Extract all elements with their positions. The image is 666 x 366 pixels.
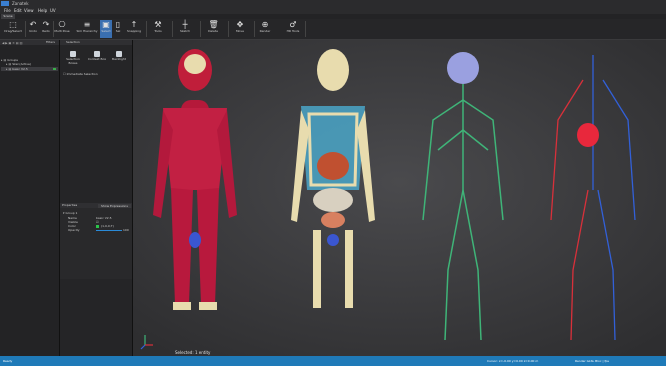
divider: [228, 21, 229, 37]
anatomy-render: [133, 40, 666, 356]
divider: [172, 21, 173, 37]
trash-icon: 🗑: [208, 20, 219, 29]
menu-bar: File Edit View Help UV: [0, 7, 666, 14]
sel-button[interactable]: ▯ Sel: [113, 20, 123, 38]
ribbon-toolbar: ⬚ Drag/Select ↶ Undo ↷ Redo ⎔ Multi Pose ≡ Si…: [0, 19, 666, 40]
select-button[interactable]: ▣ Select: [100, 20, 112, 38]
scene-tree-toolbar: ◀ ▶ ▣ ✕ ▤ ▥ Filters: [0, 40, 59, 45]
filters-label: Filters: [46, 40, 55, 44]
title-bar: Zanatek: [0, 0, 666, 7]
selection-info: Selected: 1 entity: [175, 350, 211, 355]
selection-header: Selection: [60, 40, 132, 45]
color-value: (1,0,0,T): [101, 224, 114, 228]
3d-viewport[interactable]: Selected: 1 entity: [133, 40, 666, 356]
render-icon: ⊕: [261, 20, 269, 29]
drag-select-icon: ⬚: [9, 20, 17, 29]
redo-button[interactable]: ↷ Redo: [40, 20, 52, 38]
menu-edit[interactable]: Edit: [14, 7, 22, 14]
redo-icon: ↷: [42, 20, 50, 29]
render-button[interactable]: ⊕ Render: [258, 20, 272, 38]
tree-item-basic[interactable]: ▸ ▤ basic V2.5: [1, 67, 58, 71]
backlight-button[interactable]: Backlight: [108, 51, 130, 61]
status-left: Ready: [3, 359, 13, 363]
tools-button[interactable]: ⚒ Tools: [151, 20, 165, 38]
snapping-icon: ↑: [130, 20, 138, 29]
show-expressions-button[interactable]: Show Expressions: [98, 203, 131, 208]
menu-uv[interactable]: UV: [50, 7, 56, 14]
hr-tools-icon: ♂: [289, 20, 297, 29]
app-title: Zanatek: [12, 1, 29, 6]
app-logo-icon: [1, 1, 9, 6]
sketch-button[interactable]: ┼ Sketch: [178, 20, 192, 38]
tree-item-skel[interactable]: ▸ ▤ Skel (Active): [1, 62, 58, 66]
drag-select-button[interactable]: ⬚ Drag/Select: [2, 20, 24, 38]
multi-pose-icon: ⎔: [58, 20, 66, 29]
opacity-value: 100: [123, 228, 129, 232]
divider: [254, 21, 255, 37]
menu-file[interactable]: File: [4, 7, 11, 14]
delete-button[interactable]: 🗑 Delete: [206, 20, 220, 38]
hierarchy-icon: ≡: [83, 20, 91, 29]
color-swatch[interactable]: [96, 225, 99, 228]
multi-pose-button[interactable]: ⎔ Multi Pose: [54, 20, 70, 38]
status-cursor: Cursor: x=-0.00 y=0.00 z=0.00 m: [487, 359, 539, 363]
divider: [305, 21, 306, 37]
opacity-slider[interactable]: [96, 229, 122, 231]
properties-header: Properties Show Expressions: [60, 203, 132, 208]
selection-panel: Selection Selection Boxes Context Box Ba…: [60, 40, 133, 356]
selection-boxes-button[interactable]: Selection Boxes: [62, 51, 84, 65]
visibility-indicator: [53, 68, 56, 70]
group-label[interactable]: ▾ Group 1: [63, 211, 77, 215]
sketch-icon: ┼: [182, 20, 188, 29]
select-icon: ▣: [102, 20, 110, 29]
divider: [200, 21, 201, 37]
properties-panel: Properties Show Expressions ▾ Group 1 Na…: [60, 203, 132, 279]
tools-icon: ⚒: [154, 20, 162, 29]
move-icon: ✥: [236, 20, 244, 29]
snapping-button[interactable]: ↑ Snapping: [125, 20, 143, 38]
visible-checkbox[interactable]: ☑: [96, 220, 99, 224]
status-render: Render GLSL Bloc | fps: [575, 359, 609, 363]
opacity-label: Opacity: [68, 228, 80, 232]
toolbar-icons[interactable]: ◀ ▶ ▣ ✕ ▤ ▥: [2, 41, 22, 45]
move-button[interactable]: ✥ Move: [233, 20, 247, 38]
sel-icon: ▯: [115, 20, 121, 29]
status-bar: Ready Cursor: x=-0.00 y=0.00 z=0.00 m Re…: [0, 356, 666, 366]
menu-help[interactable]: Help: [38, 7, 47, 14]
divider: [25, 21, 26, 37]
undo-icon: ↶: [29, 20, 37, 29]
divider: [146, 21, 147, 37]
hr-tools-button[interactable]: ♂ HR Tools: [284, 20, 302, 38]
immediate-selection-checkbox[interactable]: ☐ Immediate Selection: [63, 72, 98, 76]
sim-hierarchy-button[interactable]: ≡ Sim Hierarchy: [76, 20, 98, 38]
undo-button[interactable]: ↶ Undo: [27, 20, 39, 38]
scene-tree-panel: ◀ ▶ ▣ ✕ ▤ ▥ Filters ▸ ▤ Groups ▸ ▤ Skel …: [0, 40, 60, 356]
menu-view[interactable]: View: [24, 7, 34, 14]
context-box-button[interactable]: Context Box: [86, 51, 108, 61]
